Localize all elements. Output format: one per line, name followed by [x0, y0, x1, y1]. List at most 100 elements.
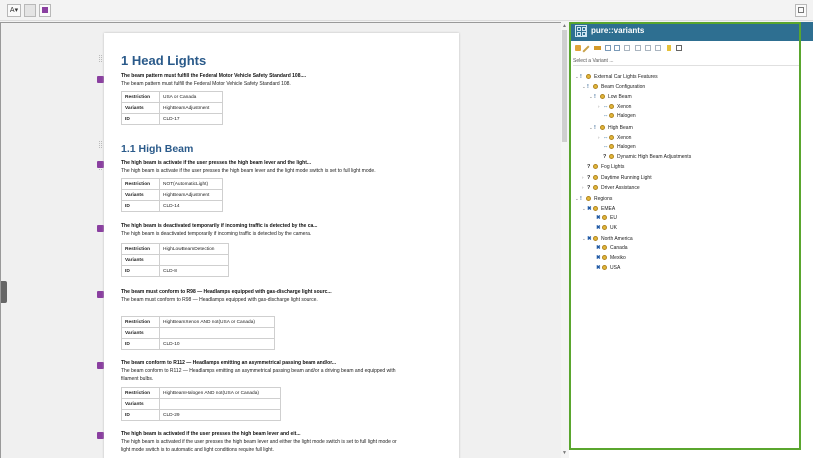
scroll-up-icon[interactable]: ▲: [562, 23, 567, 29]
attr-value[interactable]: USA or Canada: [159, 91, 223, 103]
edit-pencil-icon[interactable]: [582, 45, 590, 53]
requirement-text[interactable]: The high beam is activate if the user pr…: [121, 167, 441, 175]
link-icon[interactable]: [655, 45, 661, 51]
tree-node[interactable]: ✖ USA: [591, 264, 620, 273]
tree-node[interactable]: ⇔ Halogen: [598, 143, 636, 152]
tree-node[interactable]: ? Dynamic High Beam Adjustments: [598, 153, 691, 162]
tree-node[interactable]: ›? Driver Assistance: [582, 183, 640, 192]
tree-node[interactable]: ⌄✖ EMEA: [582, 204, 615, 213]
tree-node[interactable]: ? Fog Lights: [582, 163, 624, 172]
sort-icon[interactable]: [635, 45, 641, 51]
requirement-icon[interactable]: [97, 225, 104, 232]
feature-icon: [593, 164, 598, 169]
tree-node[interactable]: ⇔ Halogen: [598, 112, 636, 121]
tag-icon[interactable]: [594, 46, 601, 50]
drag-handle[interactable]: [99, 141, 102, 148]
tree-node[interactable]: ✖ Canada: [591, 244, 628, 253]
feature-icon: [602, 215, 607, 220]
tree-node[interactable]: ✖ EU: [591, 214, 617, 223]
attr-key: Variants: [121, 327, 160, 339]
feature-icon: [602, 255, 607, 260]
tree-node[interactable]: ⌄! External Car Lights Features: [575, 72, 658, 81]
attr-value[interactable]: HighBeamHalogen AND not(USA or Canada): [159, 387, 281, 399]
attr-value[interactable]: HighLowBeamDetection: [159, 243, 229, 255]
requirement-text[interactable]: The high beam is activated if the user p…: [121, 438, 441, 446]
attribute-table: Restriction NOT(AutomaticLight) Variants H…: [121, 178, 223, 212]
font-size-button[interactable]: A▾: [7, 4, 21, 17]
toggle-view-button[interactable]: [24, 4, 36, 17]
feature-icon: [593, 206, 598, 211]
requirement-icon[interactable]: [97, 291, 104, 298]
attr-value[interactable]: CLD-29: [159, 409, 281, 421]
requirement-text[interactable]: The beam must conform to R98 — Headlamps…: [121, 296, 441, 304]
settings-icon[interactable]: [645, 45, 651, 51]
tree-node[interactable]: ⌄! Beam Configuration: [582, 82, 645, 91]
feature-icon: [593, 185, 598, 190]
requirement-text[interactable]: The high beam is deactivated temporarily…: [121, 230, 441, 238]
requirement-icon[interactable]: [97, 362, 104, 369]
table-row: ID CLD-29: [121, 409, 281, 421]
attr-value[interactable]: CLD-14: [159, 200, 223, 212]
pure-variants-panel: pure::variants Select a Variant ... ⌄ ⌄!…: [569, 22, 813, 458]
table-row: Restriction NOT(AutomaticLight): [121, 178, 223, 190]
tree-node[interactable]: › ⇔ Xenon: [598, 133, 631, 142]
document-area: 1 Head Lights The beam pattern must fulf…: [0, 22, 563, 458]
requirement-title[interactable]: The beam conform to R112 — Headlamps emi…: [121, 360, 441, 367]
collapse-all-icon[interactable]: [614, 45, 620, 51]
calendar-icon[interactable]: [676, 45, 682, 51]
lightning-icon[interactable]: [667, 45, 671, 51]
requirement-icon[interactable]: [97, 432, 104, 439]
requirement-title[interactable]: The high beam is deactivated temporarily…: [121, 223, 441, 230]
document-scrollbar[interactable]: ▲ ▼: [561, 22, 569, 458]
tree-node[interactable]: ⌄! Low Beam: [589, 92, 632, 101]
attr-key: Restriction: [121, 243, 160, 255]
tree-node[interactable]: ⌄! High Beam: [589, 123, 633, 132]
requirement-title[interactable]: The high beam is activate if the user pr…: [121, 160, 441, 167]
requirement-text[interactable]: The beam pattern must fulfill the Federa…: [121, 80, 441, 88]
feature-icon: [609, 135, 614, 140]
requirement-icon[interactable]: [97, 161, 104, 168]
attr-key: ID: [121, 265, 160, 277]
open-folder-icon[interactable]: [575, 45, 581, 51]
filter-icon[interactable]: [624, 45, 630, 51]
tree-node[interactable]: ✖ UK: [591, 224, 617, 233]
scrollbar-thumb[interactable]: [562, 30, 567, 142]
feature-icon: [609, 154, 614, 159]
attr-key: ID: [121, 409, 160, 421]
tree-node[interactable]: ⌄✖ North America: [582, 234, 633, 243]
tree-node[interactable]: ✖ Mexiko: [591, 254, 626, 263]
requirement-text-cont[interactable]: filament bulbs.: [121, 375, 441, 383]
scroll-down-icon[interactable]: ▼: [562, 450, 567, 456]
attr-value[interactable]: CLD-17: [159, 113, 223, 125]
attribute-table: Restriction HighBeamXenon AND not(USA or …: [121, 316, 275, 350]
requirement-title[interactable]: The beam pattern must fulfill the Federa…: [121, 73, 441, 80]
attr-value[interactable]: [159, 327, 275, 339]
attr-value[interactable]: [159, 398, 281, 410]
tree-node[interactable]: ›? Daytime Running Light: [582, 173, 652, 182]
requirement-title[interactable]: The high beam is activated if the user p…: [121, 431, 441, 438]
attr-key: Restriction: [121, 91, 160, 103]
attr-value[interactable]: HighBeamAdjustment: [159, 189, 223, 201]
attr-value[interactable]: [159, 254, 229, 266]
tree-node[interactable]: › ⇔ Xenon: [598, 102, 631, 111]
panel-header: pure::variants: [569, 22, 813, 41]
variant-selector[interactable]: Select a Variant ... ⌄: [573, 56, 807, 66]
requirement-text[interactable]: The beam conform to R112 — Headlamps emi…: [121, 367, 441, 375]
attr-value[interactable]: HighBeamAdjustment: [159, 102, 223, 114]
requirement-title[interactable]: The beam must conform to R98 — Headlamps…: [121, 289, 441, 296]
expand-all-icon[interactable]: [605, 45, 611, 51]
requirement-icon[interactable]: [97, 76, 104, 83]
attr-value[interactable]: NOT(AutomaticLight): [159, 178, 223, 190]
requirement-text-cont[interactable]: light mode switch is to automatic and li…: [121, 446, 441, 454]
tree-node[interactable]: ⌄! Regions: [575, 194, 612, 203]
side-panel-handle[interactable]: [1, 281, 7, 303]
popout-button[interactable]: [795, 4, 807, 17]
feature-icon: [600, 125, 605, 130]
attr-value[interactable]: CLD-8: [159, 265, 229, 277]
drag-handle[interactable]: [99, 55, 102, 62]
attr-value[interactable]: CLD-10: [159, 338, 275, 350]
feature-icon: [586, 196, 591, 201]
attr-key: Restriction: [121, 316, 160, 328]
attr-value[interactable]: HighBeamXenon AND not(USA or Canada): [159, 316, 275, 328]
requirement-view-button[interactable]: [39, 4, 51, 17]
